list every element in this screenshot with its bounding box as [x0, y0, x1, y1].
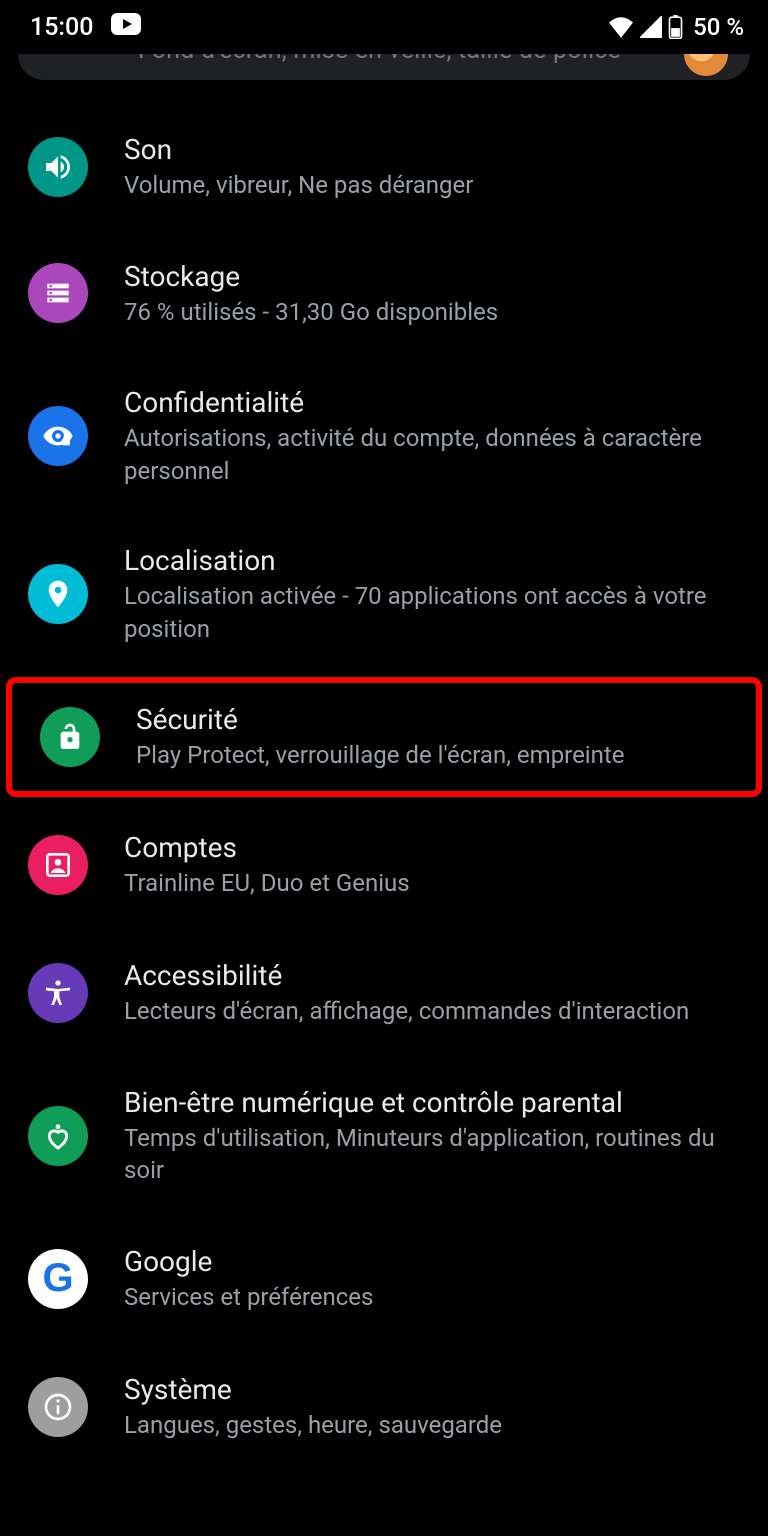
settings-item-sound[interactable]: Son Volume, vibreur, Ne pas déranger [0, 84, 768, 229]
settings-item-subtitle: 76 % utilisés - 31,30 Go disponibles [124, 296, 746, 328]
settings-item-title: Google [124, 1244, 746, 1279]
status-right: 50 % [608, 13, 744, 41]
settings-item-storage[interactable]: Stockage 76 % utilisés - 31,30 Go dispon… [0, 229, 768, 357]
search-placeholder-remnant: Fond d'écran, mise en veille, taille de … [138, 54, 621, 65]
location-pin-icon [28, 564, 88, 624]
settings-item-digital-wellbeing[interactable]: Bien-être numérique et contrôle parental… [0, 1057, 768, 1215]
wifi-icon [608, 16, 634, 38]
settings-item-texts: Comptes Trainline EU, Duo et Genius [124, 830, 746, 899]
settings-item-title: Sécurité [136, 702, 734, 737]
settings-item-subtitle: Services et préférences [124, 1281, 746, 1313]
settings-item-subtitle: Trainline EU, Duo et Genius [124, 867, 746, 899]
settings-item-title: Son [124, 132, 746, 167]
battery-percentage: 50 % [693, 13, 744, 41]
settings-item-texts: Bien-être numérique et contrôle parental… [124, 1085, 746, 1187]
settings-item-title: Localisation [124, 543, 746, 578]
search-bar[interactable]: Fond d'écran, mise en veille, taille de … [18, 54, 750, 80]
profile-avatar[interactable] [684, 54, 728, 76]
settings-item-texts: Accessibilité Lecteurs d'écran, affichag… [124, 958, 746, 1027]
settings-item-subtitle: Localisation activée - 70 applications o… [124, 580, 746, 645]
google-g-icon: G [28, 1249, 88, 1309]
settings-item-subtitle: Langues, gestes, heure, sauvegarde [124, 1409, 746, 1441]
settings-item-texts: Système Langues, gestes, heure, sauvegar… [124, 1372, 746, 1441]
settings-item-subtitle: Play Protect, verrouillage de l'écran, e… [136, 739, 734, 771]
settings-item-security[interactable]: Sécurité Play Protect, verrouillage de l… [12, 683, 756, 791]
settings-item-texts: Stockage 76 % utilisés - 31,30 Go dispon… [124, 259, 746, 328]
settings-item-subtitle: Volume, vibreur, Ne pas déranger [124, 169, 746, 201]
unlock-icon [40, 707, 100, 767]
settings-list: Son Volume, vibreur, Ne pas déranger Sto… [0, 84, 768, 1471]
storage-icon [28, 263, 88, 323]
info-icon [28, 1377, 88, 1437]
settings-item-title: Comptes [124, 830, 746, 865]
volume-icon [28, 137, 88, 197]
settings-item-location[interactable]: Localisation Localisation activée - 70 a… [0, 515, 768, 673]
battery-icon [668, 15, 683, 39]
settings-item-accessibility[interactable]: Accessibilité Lecteurs d'écran, affichag… [0, 929, 768, 1057]
settings-item-title: Système [124, 1372, 746, 1407]
settings-item-system[interactable]: Système Langues, gestes, heure, sauvegar… [0, 1343, 768, 1471]
settings-item-title: Stockage [124, 259, 746, 294]
status-time: 15:00 [30, 13, 93, 42]
settings-item-texts: Localisation Localisation activée - 70 a… [124, 543, 746, 645]
settings-item-subtitle: Lecteurs d'écran, affichage, commandes d… [124, 995, 746, 1027]
settings-item-title: Accessibilité [124, 958, 746, 993]
settings-item-title: Bien-être numérique et contrôle parental [124, 1085, 746, 1120]
settings-item-subtitle: Autorisations, activité du compte, donné… [124, 422, 746, 487]
youtube-icon [111, 13, 141, 42]
account-box-icon [28, 835, 88, 895]
settings-item-google[interactable]: G Google Services et préférences [0, 1215, 768, 1343]
settings-item-accounts[interactable]: Comptes Trainline EU, Duo et Genius [0, 801, 768, 929]
settings-item-texts: Son Volume, vibreur, Ne pas déranger [124, 132, 746, 201]
settings-item-texts: Confidentialité Autorisations, activité … [124, 385, 746, 487]
status-left: 15:00 [30, 13, 141, 42]
cell-signal-icon [640, 16, 662, 38]
privacy-eye-icon [28, 406, 88, 466]
settings-item-texts: Sécurité Play Protect, verrouillage de l… [136, 702, 734, 771]
settings-item-privacy[interactable]: Confidentialité Autorisations, activité … [0, 357, 768, 515]
settings-item-texts: Google Services et préférences [124, 1244, 746, 1313]
highlight-security: Sécurité Play Protect, verrouillage de l… [6, 677, 762, 797]
settings-item-subtitle: Temps d'utilisation, Minuteurs d'applica… [124, 1122, 746, 1187]
status-bar: 15:00 50 % [0, 0, 768, 54]
settings-item-title: Confidentialité [124, 385, 746, 420]
wellbeing-heart-icon [28, 1106, 88, 1166]
accessibility-icon [28, 963, 88, 1023]
